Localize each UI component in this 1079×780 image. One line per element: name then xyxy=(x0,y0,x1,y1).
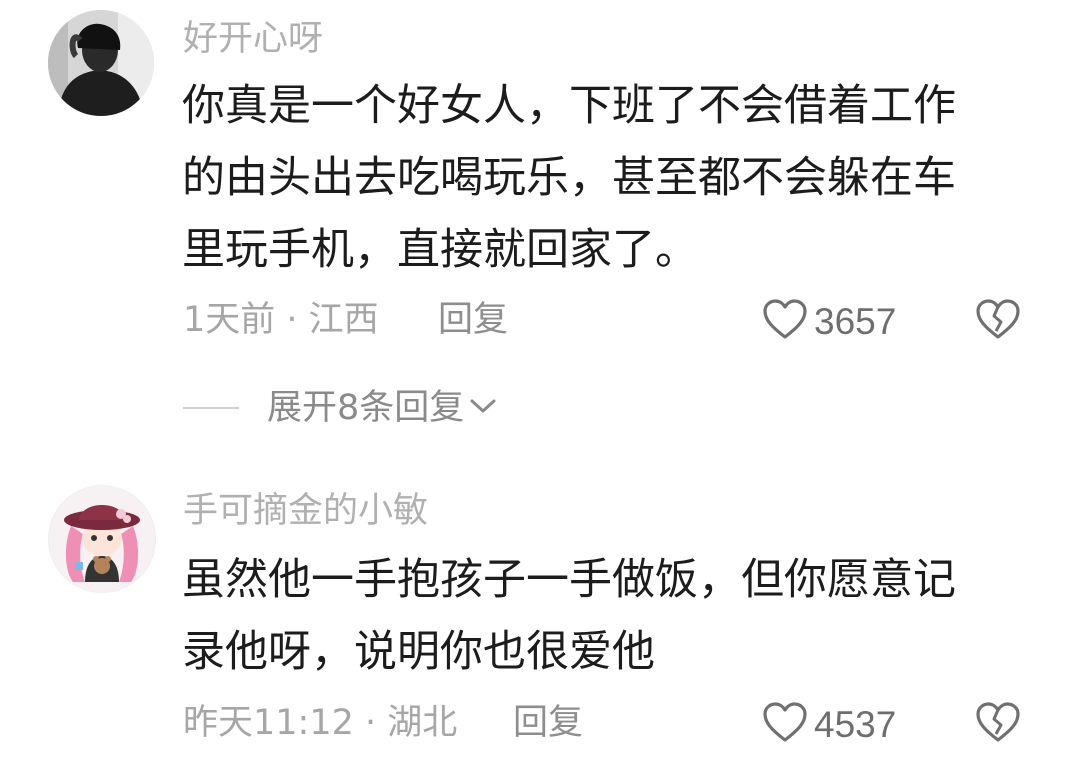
dislike-button[interactable] xyxy=(975,298,1021,344)
comment-content-line: 录他呀，说明你也很爱他 xyxy=(182,627,655,677)
like-button[interactable]: 3657 xyxy=(762,298,896,344)
comment-meta: 1天前 · 江西 xyxy=(183,300,379,340)
reply-button[interactable]: 回复 xyxy=(438,303,508,338)
divider-line xyxy=(183,407,239,409)
like-count: 4537 xyxy=(814,703,897,745)
broken-heart-icon xyxy=(975,299,1021,344)
chevron-down-icon xyxy=(468,396,498,420)
like-button[interactable]: 4537 xyxy=(762,701,896,747)
comment-content-line: 的由头出去吃喝玩乐，甚至都不会躲在车 xyxy=(182,153,956,203)
expand-replies-label[interactable]: 展开8条回复 xyxy=(267,390,464,426)
anime-girl-pink-hat-avatar-icon xyxy=(49,486,155,592)
comment-username[interactable]: 好开心呀 xyxy=(183,22,323,57)
reply-button[interactable]: 回复 xyxy=(513,706,583,741)
like-count: 3657 xyxy=(814,300,897,342)
person-photo-avatar-icon xyxy=(48,10,154,116)
comment-content-line: 虽然他一手抱孩子一手做饭，但你愿意记 xyxy=(182,555,956,605)
comment-content-line: 你真是一个好女人，下班了不会借着工作 xyxy=(182,81,956,131)
comment-meta: 昨天11:12 · 湖北 xyxy=(183,703,458,743)
user-avatar[interactable] xyxy=(48,10,154,116)
dislike-button[interactable] xyxy=(975,701,1021,747)
expand-replies[interactable]: 展开8条回复 xyxy=(183,388,498,428)
user-avatar[interactable] xyxy=(48,485,156,593)
heart-icon xyxy=(762,298,808,344)
comment-username[interactable]: 手可摘金的小敏 xyxy=(183,494,428,529)
broken-heart-icon xyxy=(975,702,1021,747)
comment-content: 你真是一个好女人，下班了不会借着工作 的由头出去吃喝玩乐，甚至都不会躲在车 里玩… xyxy=(182,70,1012,286)
heart-icon xyxy=(762,701,808,747)
comment-content: 虽然他一手抱孩子一手做饭，但你愿意记 录他呀，说明你也很爱他 xyxy=(182,544,1012,688)
comment-content-line: 里玩手机，直接就回家了。 xyxy=(182,225,698,275)
